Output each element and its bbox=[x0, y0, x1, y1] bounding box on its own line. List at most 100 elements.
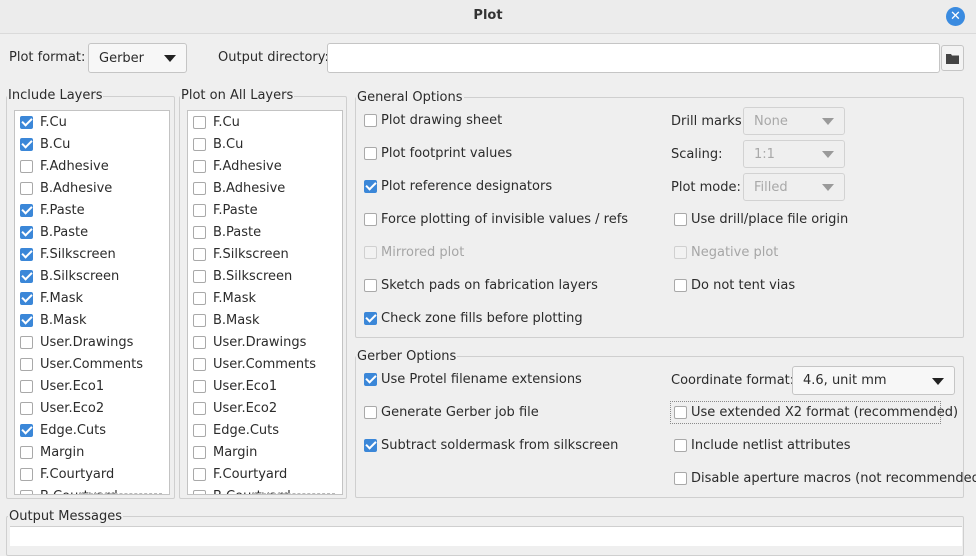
plot-all-layers-list[interactable]: F.Cu B.Cu F.Adhesive B.Adhesive F.Paste B.Pas… bbox=[187, 110, 343, 495]
checkbox-box[interactable] bbox=[674, 278, 687, 292]
checkbox-box[interactable] bbox=[364, 438, 377, 452]
layer-row[interactable]: User.Eco2 bbox=[188, 397, 277, 419]
close-button[interactable]: ✕ bbox=[946, 7, 965, 26]
use-x2-format-checkbox[interactable]: Use extended X2 format (recommended) bbox=[674, 403, 958, 421]
layer-row[interactable]: B.Paste bbox=[15, 221, 88, 243]
layer-checkbox[interactable] bbox=[193, 489, 206, 494]
layer-row[interactable]: F.Cu bbox=[15, 111, 67, 133]
layer-checkbox[interactable] bbox=[193, 269, 206, 283]
layer-row[interactable]: F.Cu bbox=[188, 111, 240, 133]
layer-checkbox[interactable] bbox=[193, 335, 206, 349]
disable-aperture-macros-checkbox[interactable]: Disable aperture macros (not recommended… bbox=[674, 469, 976, 487]
layer-checkbox[interactable] bbox=[20, 489, 33, 494]
layer-checkbox[interactable] bbox=[20, 445, 33, 459]
layer-checkbox[interactable] bbox=[20, 181, 33, 195]
browse-folder-button[interactable] bbox=[941, 45, 964, 71]
layer-row[interactable]: B.Cu bbox=[188, 133, 243, 155]
coordinate-format-dropdown[interactable]: 4.6, unit mm bbox=[792, 366, 955, 395]
plot-drawing-sheet-checkbox[interactable]: Plot drawing sheet bbox=[364, 111, 502, 129]
layer-row[interactable]: B.Cu bbox=[15, 133, 70, 155]
layer-row[interactable]: F.Paste bbox=[15, 199, 85, 221]
layer-checkbox[interactable] bbox=[20, 247, 33, 261]
layer-row[interactable]: User.Comments bbox=[15, 353, 143, 375]
layer-checkbox[interactable] bbox=[20, 291, 33, 305]
layer-row[interactable]: User.Comments bbox=[188, 353, 316, 375]
layer-row[interactable]: F.Courtyard bbox=[188, 463, 287, 485]
layer-row[interactable]: B.Mask bbox=[188, 309, 260, 331]
checkbox-box[interactable] bbox=[674, 405, 687, 419]
layer-checkbox[interactable] bbox=[20, 225, 33, 239]
layer-checkbox[interactable] bbox=[20, 335, 33, 349]
output-directory-input[interactable] bbox=[327, 43, 940, 73]
output-messages-area[interactable] bbox=[10, 526, 962, 546]
layer-row[interactable]: Edge.Cuts bbox=[188, 419, 279, 441]
layer-checkbox[interactable] bbox=[193, 115, 206, 129]
layer-row[interactable]: User.Drawings bbox=[15, 331, 133, 353]
layer-row[interactable]: B.Silkscreen bbox=[188, 265, 292, 287]
layer-row[interactable]: B.Adhesive bbox=[15, 177, 112, 199]
layer-row[interactable]: B.Adhesive bbox=[188, 177, 285, 199]
layer-row[interactable]: F.Courtyard bbox=[15, 463, 114, 485]
layer-row[interactable]: Edge.Cuts bbox=[15, 419, 106, 441]
layer-checkbox[interactable] bbox=[20, 357, 33, 371]
layer-row[interactable]: User.Drawings bbox=[188, 331, 306, 353]
layer-checkbox[interactable] bbox=[193, 423, 206, 437]
checkbox-box[interactable] bbox=[364, 212, 377, 226]
include-netlist-checkbox[interactable]: Include netlist attributes bbox=[674, 436, 851, 454]
layer-checkbox[interactable] bbox=[193, 137, 206, 151]
layer-row[interactable]: F.Adhesive bbox=[188, 155, 282, 177]
layer-row[interactable]: User.Eco1 bbox=[188, 375, 277, 397]
layer-checkbox[interactable] bbox=[193, 467, 206, 481]
layer-row[interactable]: F.Silkscreen bbox=[15, 243, 116, 265]
checkbox-box[interactable] bbox=[674, 212, 687, 226]
include-layers-list[interactable]: F.Cu B.Cu F.Adhesive B.Adhesive F.Paste B.Pas… bbox=[14, 110, 170, 495]
layer-row[interactable]: User.Eco2 bbox=[15, 397, 104, 419]
layer-row[interactable]: F.Paste bbox=[188, 199, 258, 221]
layer-checkbox[interactable] bbox=[193, 313, 206, 327]
layer-row[interactable]: Margin bbox=[15, 441, 84, 463]
subtract-soldermask-checkbox[interactable]: Subtract soldermask from silkscreen bbox=[364, 436, 618, 454]
layer-checkbox[interactable] bbox=[193, 445, 206, 459]
layer-checkbox[interactable] bbox=[193, 181, 206, 195]
layer-checkbox[interactable] bbox=[20, 379, 33, 393]
checkbox-box[interactable] bbox=[364, 179, 377, 193]
checkbox-box[interactable] bbox=[364, 405, 377, 419]
checkbox-box[interactable] bbox=[364, 113, 377, 127]
layer-checkbox[interactable] bbox=[20, 159, 33, 173]
layer-checkbox[interactable] bbox=[193, 203, 206, 217]
layer-checkbox[interactable] bbox=[20, 467, 33, 481]
checkbox-box[interactable] bbox=[674, 471, 687, 485]
layer-row[interactable]: Margin bbox=[188, 441, 257, 463]
layer-checkbox[interactable] bbox=[193, 357, 206, 371]
use-protel-checkbox[interactable]: Use Protel filename extensions bbox=[364, 370, 582, 388]
checkbox-box[interactable] bbox=[364, 146, 377, 160]
checkbox-box[interactable] bbox=[674, 438, 687, 452]
layer-checkbox[interactable] bbox=[20, 313, 33, 327]
layer-row[interactable]: F.Adhesive bbox=[15, 155, 109, 177]
layer-row[interactable]: User.Eco1 bbox=[15, 375, 104, 397]
layer-row[interactable]: F.Silkscreen bbox=[188, 243, 289, 265]
layer-checkbox[interactable] bbox=[193, 225, 206, 239]
checkbox-box[interactable] bbox=[364, 311, 377, 325]
plot-reference-designators-checkbox[interactable]: Plot reference designators bbox=[364, 177, 552, 195]
checkbox-box[interactable] bbox=[364, 278, 377, 292]
layer-checkbox[interactable] bbox=[20, 115, 33, 129]
do-not-tent-vias-checkbox[interactable]: Do not tent vias bbox=[674, 276, 795, 294]
layer-row[interactable]: F.Mask bbox=[188, 287, 256, 309]
plot-format-dropdown[interactable]: Gerber bbox=[88, 43, 187, 73]
layer-checkbox[interactable] bbox=[20, 401, 33, 415]
layer-checkbox[interactable] bbox=[193, 379, 206, 393]
force-invisible-checkbox[interactable]: Force plotting of invisible values / ref… bbox=[364, 210, 628, 228]
plot-footprint-values-checkbox[interactable]: Plot footprint values bbox=[364, 144, 512, 162]
layer-checkbox[interactable] bbox=[20, 203, 33, 217]
layer-checkbox[interactable] bbox=[20, 269, 33, 283]
layer-checkbox[interactable] bbox=[20, 137, 33, 151]
layer-row[interactable]: F.Mask bbox=[15, 287, 83, 309]
layer-row[interactable]: B.Mask bbox=[15, 309, 87, 331]
layer-checkbox[interactable] bbox=[193, 291, 206, 305]
layer-row[interactable]: B.Paste bbox=[188, 221, 261, 243]
layer-checkbox[interactable] bbox=[20, 423, 33, 437]
use-drill-origin-checkbox[interactable]: Use drill/place file origin bbox=[674, 210, 848, 228]
layer-checkbox[interactable] bbox=[193, 159, 206, 173]
layer-row[interactable]: B.Silkscreen bbox=[15, 265, 119, 287]
